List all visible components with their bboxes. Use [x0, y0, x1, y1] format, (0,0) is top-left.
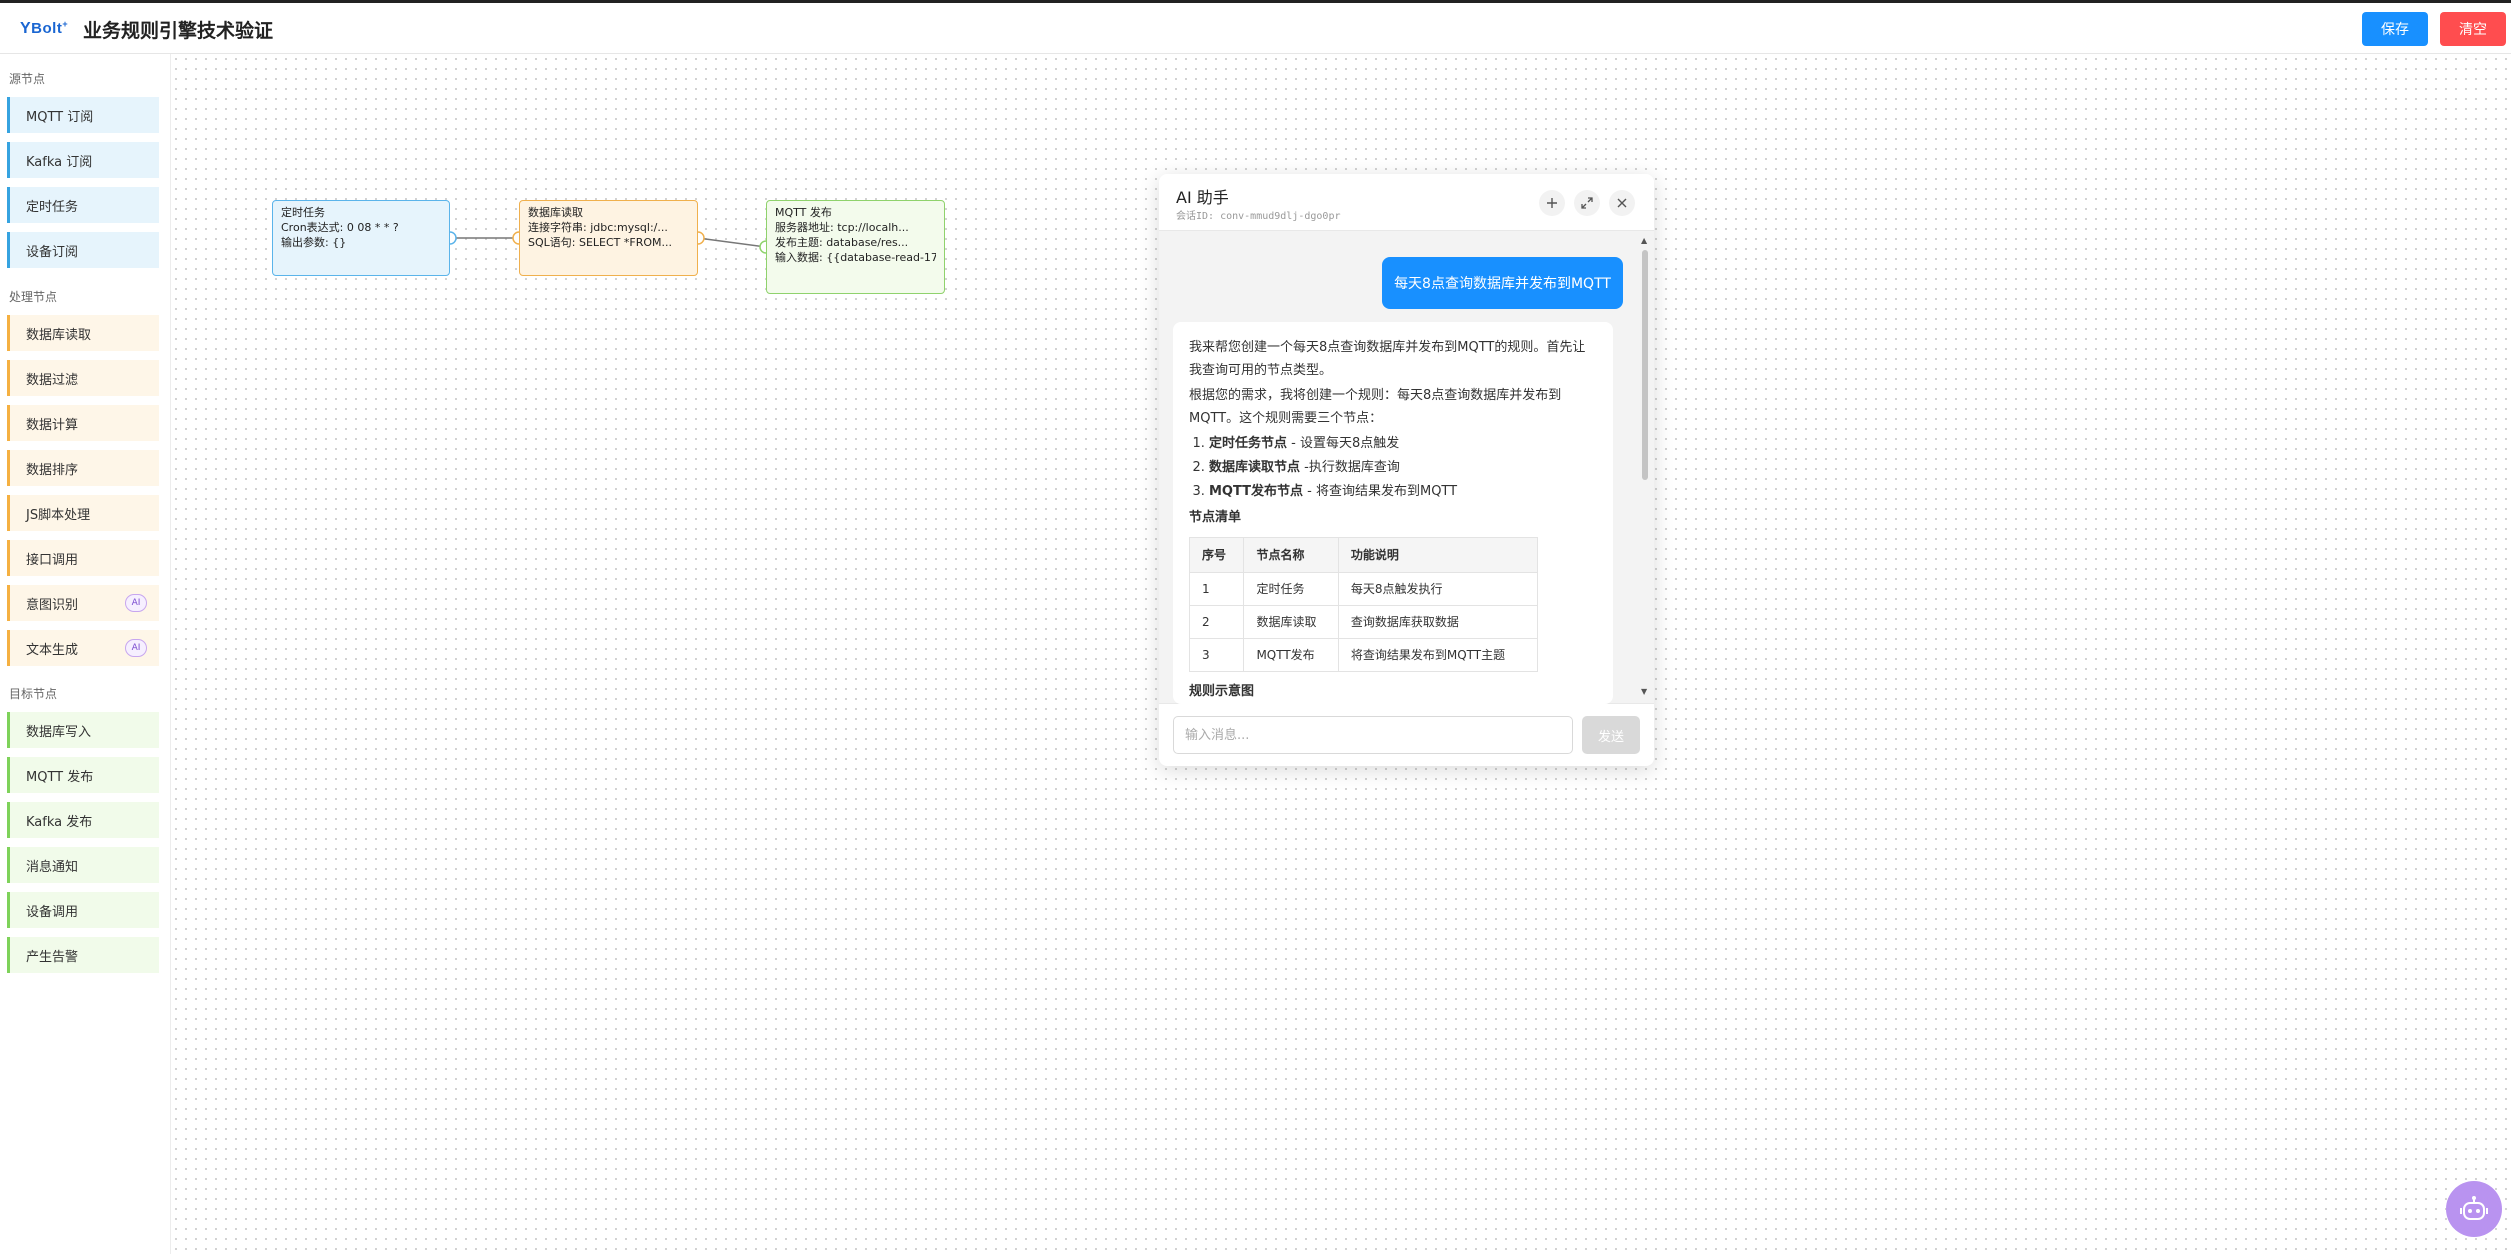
list-item: MQTT发布节点 - 将查询结果发布到MQTT: [1209, 480, 1597, 504]
expand-icon[interactable]: [1574, 190, 1600, 216]
column-header: 序号: [1188, 537, 1245, 573]
node-field: 输出参数: {}: [281, 236, 347, 249]
clear-button[interactable]: 清空: [2440, 12, 2506, 46]
flow-node-timer[interactable]: 定时任务 Cron表达式: 0 08 * * ? 输出参数: {}: [272, 200, 450, 276]
section-label-source: 源节点: [9, 72, 46, 86]
section-heading: 规则示意图: [1189, 684, 1255, 699]
palette-item-label: 文本生成: [26, 642, 79, 658]
node-palette: 源节点 MQTT 订阅 Kafka 订阅 定时任务 设备订阅 处理节点 数据库读…: [0, 54, 171, 1254]
palette-item-data-sort[interactable]: 数据排序: [7, 450, 159, 486]
node-field: 输入数据: {{database-read-1773...: [775, 251, 936, 264]
ai-assistant-fab[interactable]: [2446, 1181, 2502, 1237]
table-cell: 每天8点触发执行: [1337, 572, 1539, 606]
palette-item-label: 意图识别: [26, 597, 79, 613]
palette-item-mqtt-subscribe[interactable]: MQTT 订阅: [7, 97, 159, 133]
message-paragraph: 根据您的需求，我将创建一个规则：每天8点查询数据库并发布到MQTT。这个规则需要…: [1189, 388, 1562, 426]
table-header-row: 序号 节点名称 功能说明: [1188, 537, 1539, 573]
palette-item-api-call[interactable]: 接口调用: [7, 540, 159, 576]
palette-item-timer[interactable]: 定时任务: [7, 187, 159, 223]
table-cell: 定时任务: [1243, 572, 1339, 606]
table-cell: MQTT发布: [1243, 638, 1339, 672]
list-item: 数据库读取节点 -执行数据库查询: [1209, 456, 1597, 480]
palette-item-text-generation[interactable]: 文本生成 AI: [7, 630, 159, 666]
palette-item-data-compute[interactable]: 数据计算: [7, 405, 159, 441]
ai-panel-title: AI 助手: [1176, 188, 1229, 207]
palette-item-data-filter[interactable]: 数据过滤: [7, 360, 159, 396]
app-header: YBolt+ 业务规则引擎技术验证 保存 清空: [0, 3, 2511, 54]
close-icon[interactable]: [1609, 190, 1635, 216]
section-heading: 节点清单: [1189, 510, 1242, 525]
table-row: 1 定时任务 每天8点触发执行: [1188, 572, 1539, 606]
section-label-process: 处理节点: [9, 290, 58, 304]
node-field: 服务器地址: tcp://localh...: [775, 221, 909, 234]
node-field: 发布主题: database/res...: [775, 236, 909, 249]
column-header: 节点名称: [1243, 537, 1339, 573]
message-paragraph: 我来帮您创建一个每天8点查询数据库并发布到MQTT的规则。首先让我查询可用的节点…: [1189, 340, 1586, 378]
node-field: SQL语句: SELECT *FROM...: [528, 236, 672, 249]
flow-node-mqtt-publish[interactable]: MQTT 发布 服务器地址: tcp://localh... 发布主题: dat…: [766, 200, 945, 294]
save-button[interactable]: 保存: [2362, 12, 2428, 46]
node-title: 数据库读取: [528, 206, 583, 219]
flow-node-db-read[interactable]: 数据库读取 连接字符串: jdbc:mysql:/... SQL语句: SELE…: [519, 200, 698, 276]
table-cell: 数据库读取: [1243, 605, 1339, 639]
palette-item-notification[interactable]: 消息通知: [7, 847, 159, 883]
user-message: 每天8点查询数据库并发布到MQTT: [1382, 257, 1623, 309]
palette-item-device-call[interactable]: 设备调用: [7, 892, 159, 928]
table-row: 3 MQTT发布 将查询结果发布到MQTT主题: [1188, 638, 1539, 672]
table-cell: 3: [1188, 638, 1245, 672]
palette-item-db-read[interactable]: 数据库读取: [7, 315, 159, 351]
palette-item-db-write[interactable]: 数据库写入: [7, 712, 159, 748]
node-title: 定时任务: [281, 206, 325, 219]
node-step-list: 定时任务节点 - 设置每天8点触发 数据库读取节点 -执行数据库查询 MQTT发…: [1189, 432, 1597, 504]
node-title: MQTT 发布: [775, 206, 832, 219]
assistant-message: 我来帮您创建一个每天8点查询数据库并发布到MQTT的规则。首先让我查询可用的节点…: [1173, 322, 1613, 704]
palette-item-create-alarm[interactable]: 产生告警: [7, 937, 159, 973]
chat-scrollbar[interactable]: ▲ ▼: [1640, 236, 1650, 697]
table-cell: 2: [1188, 605, 1245, 639]
scrollbar-thumb[interactable]: [1642, 250, 1648, 480]
message-input[interactable]: [1173, 716, 1573, 754]
ai-badge: AI: [125, 639, 147, 657]
palette-item-intent-recognition[interactable]: 意图识别 AI: [7, 585, 159, 621]
palette-item-device-subscribe[interactable]: 设备订阅: [7, 232, 159, 268]
app-logo: YBolt+: [20, 19, 69, 37]
scroll-up-icon[interactable]: ▲: [1641, 236, 1647, 245]
palette-item-kafka-publish[interactable]: Kafka 发布: [7, 802, 159, 838]
ai-assistant-panel: AI 助手 会话ID: conv-mmud9dlj-dgo0pr 每天8点查询数…: [1159, 174, 1654, 766]
node-table: 序号 节点名称 功能说明 1 定时任务 每天8点触发执行 2 数据库读取 查询数…: [1188, 537, 1539, 672]
column-header: 功能说明: [1337, 537, 1539, 573]
chat-messages[interactable]: 每天8点查询数据库并发布到MQTT 我来帮您创建一个每天8点查询数据库并发布到M…: [1159, 230, 1654, 704]
palette-item-kafka-subscribe[interactable]: Kafka 订阅: [7, 142, 159, 178]
robot-icon: [2460, 1196, 2488, 1220]
scroll-down-icon[interactable]: ▼: [1641, 687, 1647, 696]
node-field: Cron表达式: 0 08 * * ?: [281, 221, 399, 234]
node-field: 连接字符串: jdbc:mysql:/...: [528, 221, 668, 234]
page-title: 业务规则引擎技术验证: [83, 20, 274, 42]
palette-item-js-script[interactable]: JS脚本处理: [7, 495, 159, 531]
send-button[interactable]: 发送: [1582, 716, 1640, 754]
plus-icon[interactable]: [1539, 190, 1565, 216]
ai-badge: AI: [125, 594, 147, 612]
section-label-target: 目标节点: [9, 687, 58, 701]
table-cell: 将查询结果发布到MQTT主题: [1337, 638, 1539, 672]
session-id: 会话ID: conv-mmud9dlj-dgo0pr: [1176, 211, 1341, 222]
table-cell: 查询数据库获取数据: [1337, 605, 1539, 639]
table-row: 2 数据库读取 查询数据库获取数据: [1188, 605, 1539, 639]
table-cell: 1: [1188, 572, 1245, 606]
list-item: 定时任务节点 - 设置每天8点触发: [1209, 432, 1597, 456]
palette-item-mqtt-publish[interactable]: MQTT 发布: [7, 757, 159, 793]
